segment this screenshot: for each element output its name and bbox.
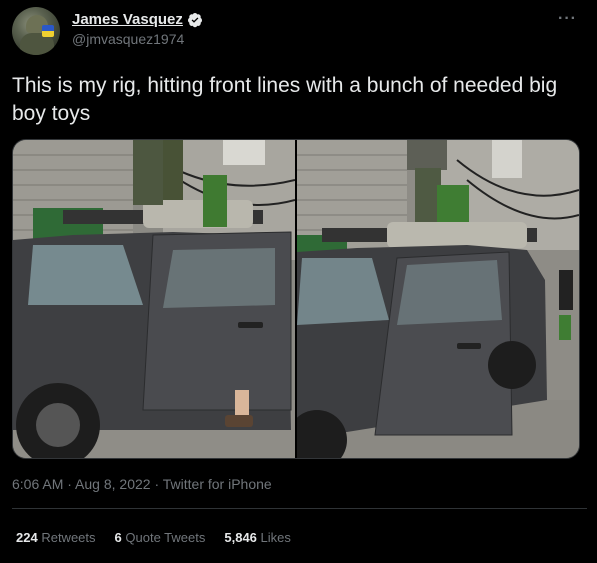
user-handle[interactable]: @jmvasquez1974 <box>72 31 203 47</box>
tweet-date[interactable]: Aug 8, 2022 <box>75 476 151 492</box>
retweets-label: Retweets <box>41 530 96 545</box>
tweet-source[interactable]: Twitter for iPhone <box>163 476 272 492</box>
tweet-meta: 6:06 AM · Aug 8, 2022 · Twitter for iPho… <box>12 476 272 492</box>
retweets-count: 224 <box>16 530 38 545</box>
quotes-label: Quote Tweets <box>125 530 206 545</box>
tweet-time[interactable]: 6:06 AM <box>12 476 63 492</box>
media-image-1[interactable] <box>13 140 295 458</box>
divider <box>12 508 587 509</box>
display-name[interactable]: James Vasquez <box>72 11 183 28</box>
tweet-media[interactable] <box>12 139 580 459</box>
verified-badge-icon <box>187 12 202 27</box>
tweet-text: This is my rig, hitting front lines with… <box>12 74 558 125</box>
photo-illustration <box>297 140 579 458</box>
retweets-stat[interactable]: 224 Retweets <box>16 530 96 545</box>
quotes-stat[interactable]: 6 Quote Tweets <box>115 530 206 545</box>
meta-separator: · <box>67 476 76 492</box>
user-info: James Vasquez @jmvasquez1974 <box>72 11 203 47</box>
photo-illustration <box>13 140 295 458</box>
more-icon[interactable]: ··· <box>558 10 577 28</box>
avatar[interactable] <box>12 7 60 55</box>
likes-stat[interactable]: 5,846 Likes <box>224 530 291 545</box>
likes-label: Likes <box>260 530 291 545</box>
media-image-2[interactable] <box>297 140 579 458</box>
likes-count: 5,846 <box>224 530 257 545</box>
meta-separator: · <box>154 476 163 492</box>
quotes-count: 6 <box>114 530 122 545</box>
tweet-stats: 224 Retweets 6 Quote Tweets 5,846 Likes <box>16 530 291 545</box>
